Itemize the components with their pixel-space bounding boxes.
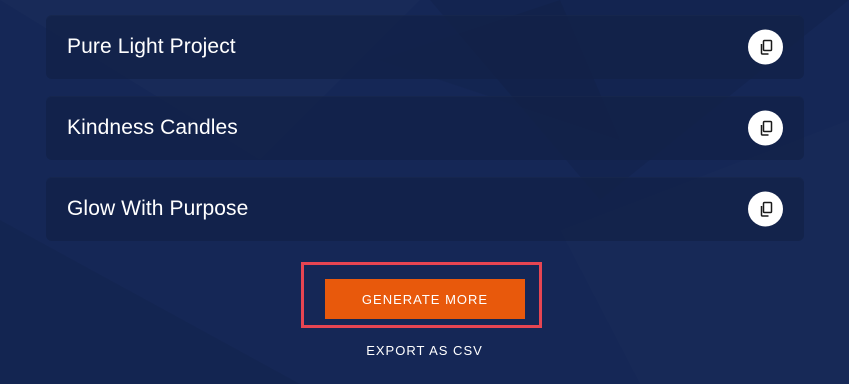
export-csv-link[interactable]: EXPORT AS CSV (0, 343, 849, 358)
copy-icon (760, 39, 772, 55)
list-item: Pure Light Project (46, 15, 804, 79)
list-item: Kindness Candles (46, 96, 804, 160)
item-name: Kindness Candles (67, 116, 238, 139)
copy-button[interactable] (748, 191, 783, 227)
copy-icon (760, 120, 772, 136)
generate-more-button[interactable]: GENERATE MORE (325, 279, 525, 319)
name-list: Pure Light Project Kindness Candles Glow… (46, 15, 804, 258)
copy-icon (760, 201, 772, 217)
item-name: Pure Light Project (67, 35, 236, 58)
list-item: Glow With Purpose (46, 177, 804, 241)
item-name: Glow With Purpose (67, 197, 249, 220)
copy-button[interactable] (748, 29, 783, 65)
copy-button[interactable] (748, 110, 783, 146)
